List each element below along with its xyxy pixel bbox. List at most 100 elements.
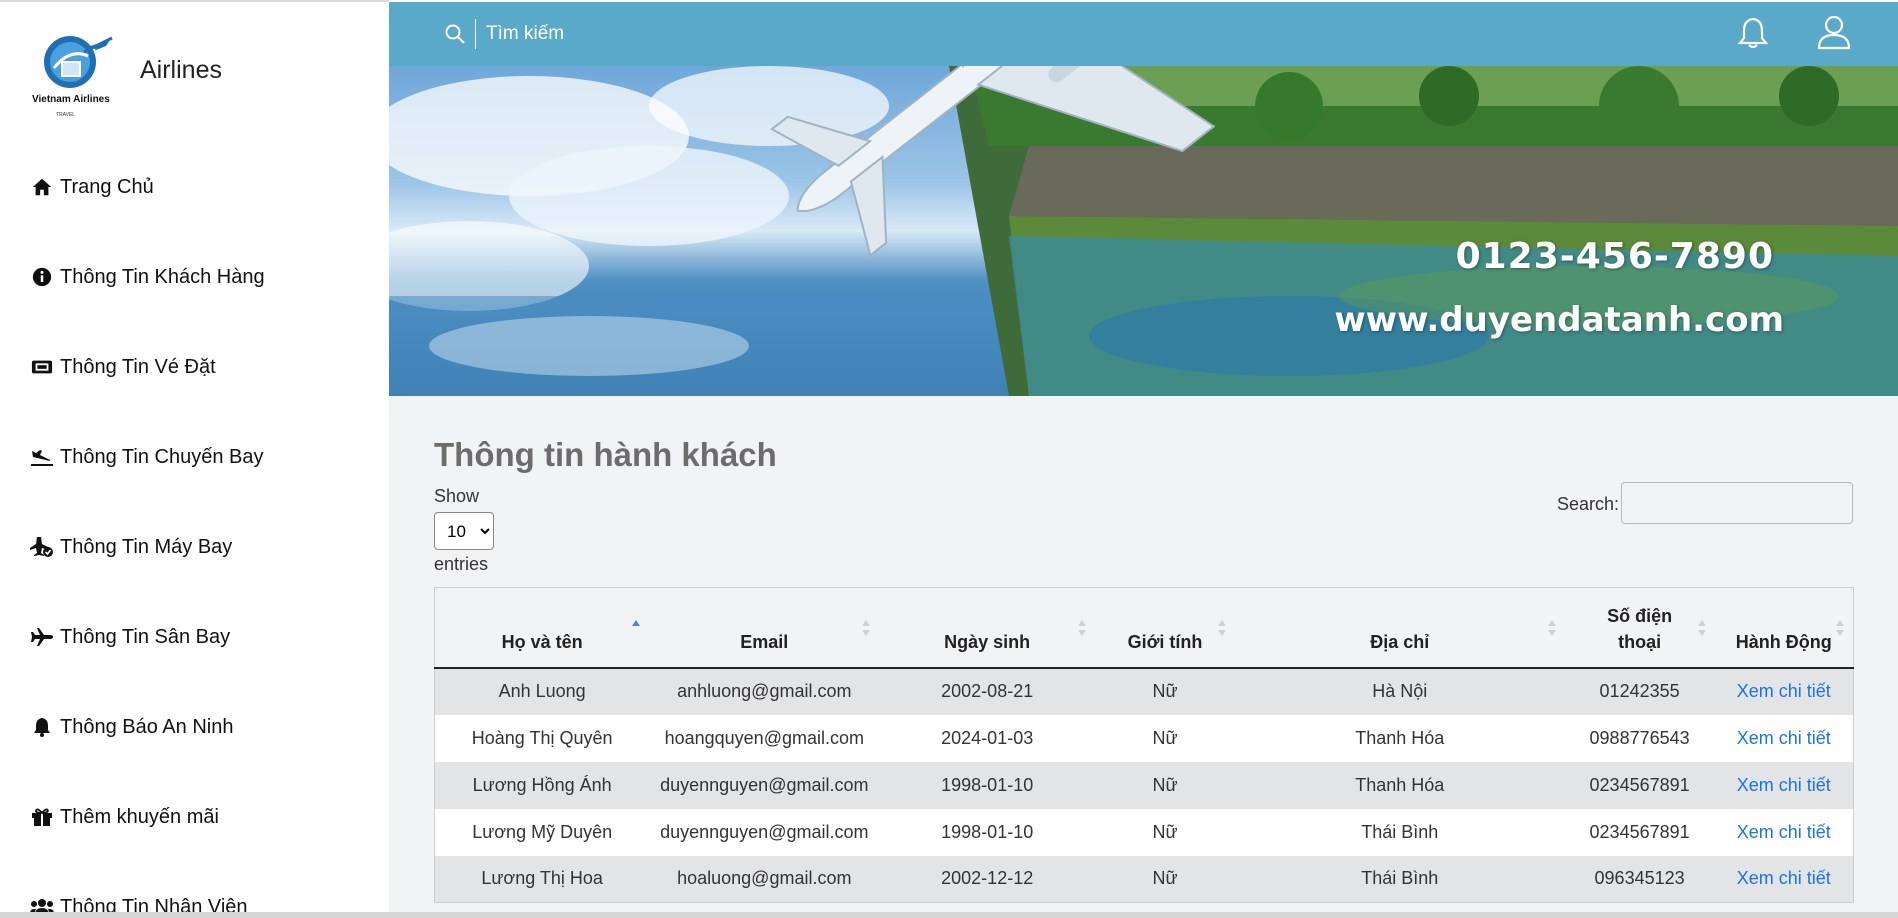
sidebar-item-tickets[interactable]: Thông Tin Vé Đặt [0,322,389,412]
sidebar-item-label: Thêm khuyến mãi [60,805,219,828]
plane-check-icon [30,535,54,559]
column-header-phone[interactable]: Số điện thoại [1564,587,1715,669]
cell-action: Xem chi tiết [1715,715,1854,762]
home-icon [30,175,54,199]
cell-gender: Nữ [1152,868,1178,889]
cell-name: Lương Mỹ Duyên [472,821,613,842]
column-header-action[interactable]: Hành Động [1714,587,1854,669]
cell-email: duyennguyen@gmail.com [660,821,869,842]
sidebar-item-label: Thông Tin Máy Bay [60,535,233,558]
column-header-label: Họ và tên [501,631,583,652]
banner-website: www.duyendatanh.com [1334,300,1784,340]
table-row: Hoàng Thị Quyên hoangquyen@gmail.com 202… [434,714,1854,762]
cell-phone: 01242355 [1599,681,1680,701]
sort-icon [1836,620,1844,636]
table-header-row: Họ và tên Email Ngày sinh Giới tính Địa … [434,587,1854,669]
cell-address: Hà Nội [1372,681,1428,701]
view-detail-link[interactable]: Xem chi tiết [1737,822,1831,842]
search-divider [475,19,476,49]
cell-dob: 2002-08-21 [941,681,1034,701]
view-detail-link[interactable]: Xem chi tiết [1737,728,1831,748]
sidebar-item-flights[interactable]: Thông Tin Chuyến Bay [0,412,389,502]
top-search-input[interactable] [486,23,786,45]
view-detail-link[interactable]: Xem chi tiết [1737,868,1831,888]
bell-icon [30,715,54,739]
column-header-gender[interactable]: Giới tính [1095,587,1235,669]
passenger-table: Họ và tên Email Ngày sinh Giới tính Địa … [434,587,1854,903]
column-header-address[interactable]: Địa chỉ [1234,587,1565,669]
cell-address: Thanh Hóa [1355,727,1445,748]
user-icon[interactable] [1816,14,1852,50]
sort-asc-icon [632,620,641,626]
gift-icon [30,805,54,829]
cell-phone: 0234567891 [1589,774,1690,795]
hero-banner: 0123-456-7890 www.duyendatanh.com [389,66,1898,396]
column-header-label: Địa chỉ [1370,631,1430,652]
search-icon[interactable] [443,22,467,46]
sort-icon [1697,620,1706,636]
cell-phone: 0988776543 [1589,727,1690,748]
cell-gender: Nữ [1152,681,1178,701]
sidebar-item-promotions[interactable]: Thêm khuyến mãi [0,772,389,862]
column-header-dob[interactable]: Ngày sinh [879,587,1096,669]
cell-action: Xem chi tiết [1715,809,1854,856]
sidebar-item-security[interactable]: Thông Báo An Ninh [0,682,389,772]
sidebar-item-aircraft[interactable]: Thông Tin Máy Bay [0,502,389,592]
sort-icon [1547,620,1556,636]
column-header-label: Hành Động [1735,631,1832,652]
brand[interactable]: Vietnam Airlines TRAVEL Airlines [32,28,332,128]
sidebar-item-airports[interactable]: Thông Tin Sân Bay [0,592,389,682]
sidebar-item-customers[interactable]: Thông Tin Khách Hàng [0,232,389,322]
cell-email: hoangquyen@gmail.com [664,727,864,748]
cell-dob: 1998-01-10 [941,774,1034,795]
view-detail-link[interactable]: Xem chi tiết [1737,775,1831,795]
sidebar-item-label: Thông Tin Sân Bay [60,625,231,648]
bell-icon[interactable] [1736,16,1770,50]
top-search [443,18,786,50]
cell-phone: 096345123 [1594,868,1685,889]
logo-subtext: TRAVEL [56,112,75,118]
banner-illustration [389,66,1898,396]
length-show-label: Show [434,486,480,506]
sidebar-item-home[interactable]: Trang Chủ [0,142,389,232]
length-entries-label: entries [434,554,489,574]
cell-email: anhluong@gmail.com [677,681,852,701]
entries-per-page-select[interactable]: 10 [434,512,494,550]
cell-name: Anh Luong [498,681,586,701]
brand-name: Airlines [140,56,222,84]
column-header-label: Ngày sinh [944,631,1031,652]
cell-dob: 1998-01-10 [941,821,1034,842]
table-row: Anh Luong anhluong@gmail.com 2002-08-21 … [434,667,1854,715]
cell-address: Thái Bình [1361,821,1439,842]
cell-name: Lương Thị Hoa [481,868,603,889]
sidebar-item-label: Thông Tin Vé Đặt [60,355,216,378]
cell-dob: 2024-01-03 [941,727,1034,748]
top-bar [389,2,1898,66]
column-header-label: Email [740,631,789,652]
column-header-email[interactable]: Email [649,587,880,669]
info-icon [30,265,54,289]
window-bottom-edge [0,912,1898,918]
view-detail-link[interactable]: Xem chi tiết [1737,681,1831,701]
table-search-label: Search: [1557,494,1620,514]
vietnam-airlines-logo: Vietnam Airlines TRAVEL [32,36,113,118]
banner-phone: 0123-456-7890 [1455,236,1774,277]
table-search-input[interactable] [1621,482,1853,524]
cell-action: Xem chi tiết [1715,856,1854,903]
logo-text: Vietnam Airlines [32,94,110,105]
cell-gender: Nữ [1152,727,1178,748]
cell-address: Thanh Hóa [1355,774,1445,795]
sort-icon [862,620,871,636]
cell-email: hoaluong@gmail.com [677,868,852,889]
sidebar-item-label: Thông Báo An Ninh [60,715,234,738]
cell-phone: 0234567891 [1589,821,1690,842]
column-header-name[interactable]: Họ và tên [434,587,650,669]
sidebar-item-staff[interactable]: Thông Tin Nhân Viên [0,862,389,918]
cell-action: Xem chi tiết [1715,668,1854,715]
cell-name: Hoàng Thị Quyên [471,727,613,748]
sidebar-item-label: Thông Tin Khách Hàng [60,265,265,288]
cell-dob: 2002-12-12 [941,868,1034,889]
cell-address: Thái Bình [1361,868,1439,889]
sort-icon [1217,620,1226,636]
main-content: Thông tin hành khách Show 10 entries Sea… [389,396,1898,918]
